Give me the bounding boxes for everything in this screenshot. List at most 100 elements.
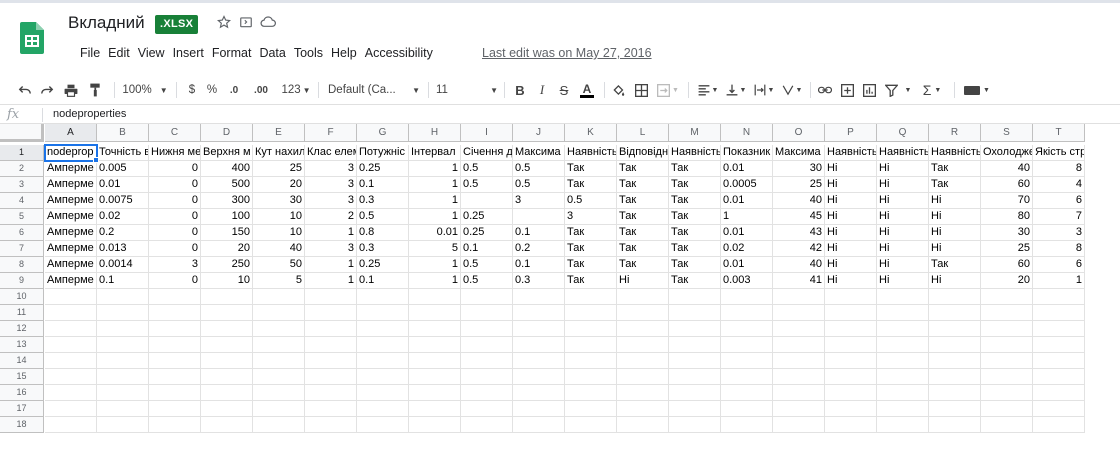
cell-h7[interactable]: 5 — [409, 241, 461, 257]
cell-d18[interactable] — [201, 417, 253, 433]
cell-p12[interactable] — [825, 321, 877, 337]
cell-b8[interactable]: 0.0014 — [97, 257, 149, 273]
cell-m1[interactable]: Наявність — [669, 145, 721, 161]
cell-n1[interactable]: Показник — [721, 145, 773, 161]
column-header-o[interactable]: O — [773, 124, 825, 142]
cell-f8[interactable]: 1 — [305, 257, 357, 273]
cell-m4[interactable]: Так — [669, 193, 721, 209]
cell-a1[interactable]: nodeprop — [44, 144, 98, 162]
cell-r17[interactable] — [929, 401, 981, 417]
menu-view[interactable]: View — [138, 46, 165, 64]
cell-n5[interactable]: 1 — [721, 209, 773, 225]
cell-h12[interactable] — [409, 321, 461, 337]
column-header-p[interactable]: P — [825, 124, 877, 142]
move-to-folder-icon[interactable] — [238, 14, 254, 30]
cell-s14[interactable] — [981, 353, 1033, 369]
cell-o6[interactable]: 43 — [773, 225, 825, 241]
cell-h6[interactable]: 0.01 — [409, 225, 461, 241]
cell-n17[interactable] — [721, 401, 773, 417]
cell-k4[interactable]: 0.5 — [565, 193, 617, 209]
cell-i16[interactable] — [461, 385, 513, 401]
cell-a8[interactable]: Амперме — [45, 257, 97, 273]
column-header-m[interactable]: M — [669, 124, 721, 142]
column-header-f[interactable]: F — [305, 124, 357, 142]
cell-o4[interactable]: 40 — [773, 193, 825, 209]
cell-q8[interactable]: Ні — [877, 257, 929, 273]
cell-s11[interactable] — [981, 305, 1033, 321]
cell-b18[interactable] — [97, 417, 149, 433]
column-header-h[interactable]: H — [409, 124, 461, 142]
column-header-a[interactable]: A — [45, 124, 97, 142]
cell-f3[interactable]: 3 — [305, 177, 357, 193]
cell-s2[interactable]: 40 — [981, 161, 1033, 177]
cell-m8[interactable]: Так — [669, 257, 721, 273]
cell-o12[interactable] — [773, 321, 825, 337]
cell-m10[interactable] — [669, 289, 721, 305]
cell-m18[interactable] — [669, 417, 721, 433]
cell-j2[interactable]: 0.5 — [513, 161, 565, 177]
cell-d17[interactable] — [201, 401, 253, 417]
star-icon[interactable] — [216, 14, 232, 30]
cell-n6[interactable]: 0.01 — [721, 225, 773, 241]
cell-a4[interactable]: Амперме — [45, 193, 97, 209]
cell-t6[interactable]: 3 — [1033, 225, 1085, 241]
cell-q4[interactable]: Ні — [877, 193, 929, 209]
more-formats-button[interactable]: 123 ▼ — [278, 80, 314, 100]
cell-a18[interactable] — [45, 417, 97, 433]
cell-f15[interactable] — [305, 369, 357, 385]
row-header-17[interactable]: 17 — [0, 401, 44, 417]
column-header-g[interactable]: G — [357, 124, 409, 142]
sheets-logo-icon[interactable] — [20, 22, 44, 54]
cell-d7[interactable]: 20 — [201, 241, 253, 257]
cell-e12[interactable] — [253, 321, 305, 337]
cell-k1[interactable]: Наявність — [565, 145, 617, 161]
cell-c13[interactable] — [149, 337, 201, 353]
cell-g10[interactable] — [357, 289, 409, 305]
row-header-2[interactable]: 2 — [0, 161, 44, 177]
cell-s5[interactable]: 80 — [981, 209, 1033, 225]
cell-s7[interactable]: 25 — [981, 241, 1033, 257]
cell-r6[interactable]: Ні — [929, 225, 981, 241]
cell-b2[interactable]: 0.005 — [97, 161, 149, 177]
cell-q5[interactable]: Ні — [877, 209, 929, 225]
cell-l11[interactable] — [617, 305, 669, 321]
column-header-j[interactable]: J — [513, 124, 565, 142]
document-title[interactable]: Вкладний — [68, 13, 145, 33]
cell-i1[interactable]: Січення д — [461, 145, 513, 161]
cell-l1[interactable]: Відповідн — [617, 145, 669, 161]
cell-f12[interactable] — [305, 321, 357, 337]
cell-f13[interactable] — [305, 337, 357, 353]
cell-n10[interactable] — [721, 289, 773, 305]
cell-g8[interactable]: 0.25 — [357, 257, 409, 273]
cell-r7[interactable]: Ні — [929, 241, 981, 257]
cell-k13[interactable] — [565, 337, 617, 353]
cell-j5[interactable] — [513, 209, 565, 225]
cell-a6[interactable]: Амперме — [45, 225, 97, 241]
cell-h14[interactable] — [409, 353, 461, 369]
cell-r9[interactable]: Ні — [929, 273, 981, 289]
cell-f6[interactable]: 1 — [305, 225, 357, 241]
currency-format-button[interactable]: $ — [186, 80, 198, 100]
cell-t18[interactable] — [1033, 417, 1085, 433]
last-edit-link[interactable]: Last edit was on May 27, 2016 — [482, 46, 652, 60]
italic-button[interactable]: I — [534, 80, 550, 100]
cell-p1[interactable]: Наявність — [825, 145, 877, 161]
cell-p9[interactable]: Ні — [825, 273, 877, 289]
cell-s18[interactable] — [981, 417, 1033, 433]
cell-k3[interactable]: Так — [565, 177, 617, 193]
cell-q17[interactable] — [877, 401, 929, 417]
menu-edit[interactable]: Edit — [108, 46, 130, 64]
cell-c6[interactable]: 0 — [149, 225, 201, 241]
cell-l12[interactable] — [617, 321, 669, 337]
bold-button[interactable]: B — [512, 80, 528, 100]
cell-s13[interactable] — [981, 337, 1033, 353]
cell-c15[interactable] — [149, 369, 201, 385]
cell-t7[interactable]: 8 — [1033, 241, 1085, 257]
cell-p6[interactable]: Ні — [825, 225, 877, 241]
cell-q2[interactable]: Ні — [877, 161, 929, 177]
cell-g3[interactable]: 0.1 — [357, 177, 409, 193]
cell-t9[interactable]: 1 — [1033, 273, 1085, 289]
cell-a3[interactable]: Амперме — [45, 177, 97, 193]
cell-c9[interactable]: 0 — [149, 273, 201, 289]
cell-i5[interactable]: 0.25 — [461, 209, 513, 225]
